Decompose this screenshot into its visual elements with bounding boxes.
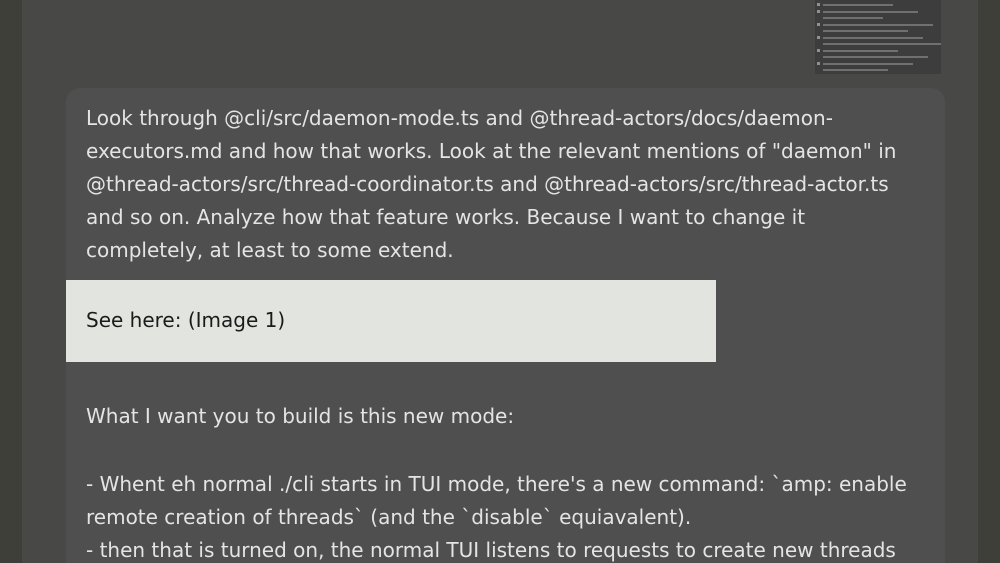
thumbnail-detail — [817, 62, 820, 65]
message-line: remote creation of threads` (and the `di… — [86, 505, 692, 529]
message-line: completely, at least to some extend. — [86, 238, 454, 262]
thumbnail-detail — [823, 69, 888, 71]
thumbnail-detail — [823, 63, 913, 65]
thumbnail-detail — [823, 43, 941, 45]
message-line: What I want you to build is this new mod… — [86, 404, 515, 428]
thumbnail-detail — [823, 50, 898, 52]
thumbnail-detail — [823, 11, 918, 13]
attachment-label: See here: (Image 1) — [86, 308, 286, 332]
message-line: - Whent eh normal ./cli starts in TUI mo… — [86, 472, 907, 496]
thumbnail-detail — [823, 24, 933, 26]
thumbnail-detail — [817, 49, 820, 52]
thumbnail-detail — [823, 37, 923, 39]
message-line: - then that is turned on, the normal TUI… — [86, 538, 896, 562]
user-message-bubble: Look through @cli/src/daemon-mode.ts and… — [66, 88, 945, 563]
message-line: Look through @cli/src/daemon-mode.ts and… — [86, 106, 833, 130]
message-line: and so on. Analyze how that feature work… — [86, 205, 806, 229]
image-attachment[interactable]: See here: (Image 1) — [66, 280, 716, 362]
thumbnail-detail — [823, 17, 883, 19]
message-line: executors.md and how that works. Look at… — [86, 139, 897, 163]
thumbnail-detail — [823, 4, 893, 6]
thumbnail-detail — [817, 10, 820, 13]
thumbnail-detail — [817, 23, 820, 26]
thumbnail-detail — [823, 56, 928, 58]
thumbnail-detail — [817, 3, 820, 6]
image-thumbnail[interactable] — [815, 0, 941, 74]
message-line: @thread-actors/src/thread-coordinator.ts… — [86, 172, 889, 196]
thumbnail-detail — [823, 30, 908, 32]
thumbnail-detail — [817, 36, 820, 39]
